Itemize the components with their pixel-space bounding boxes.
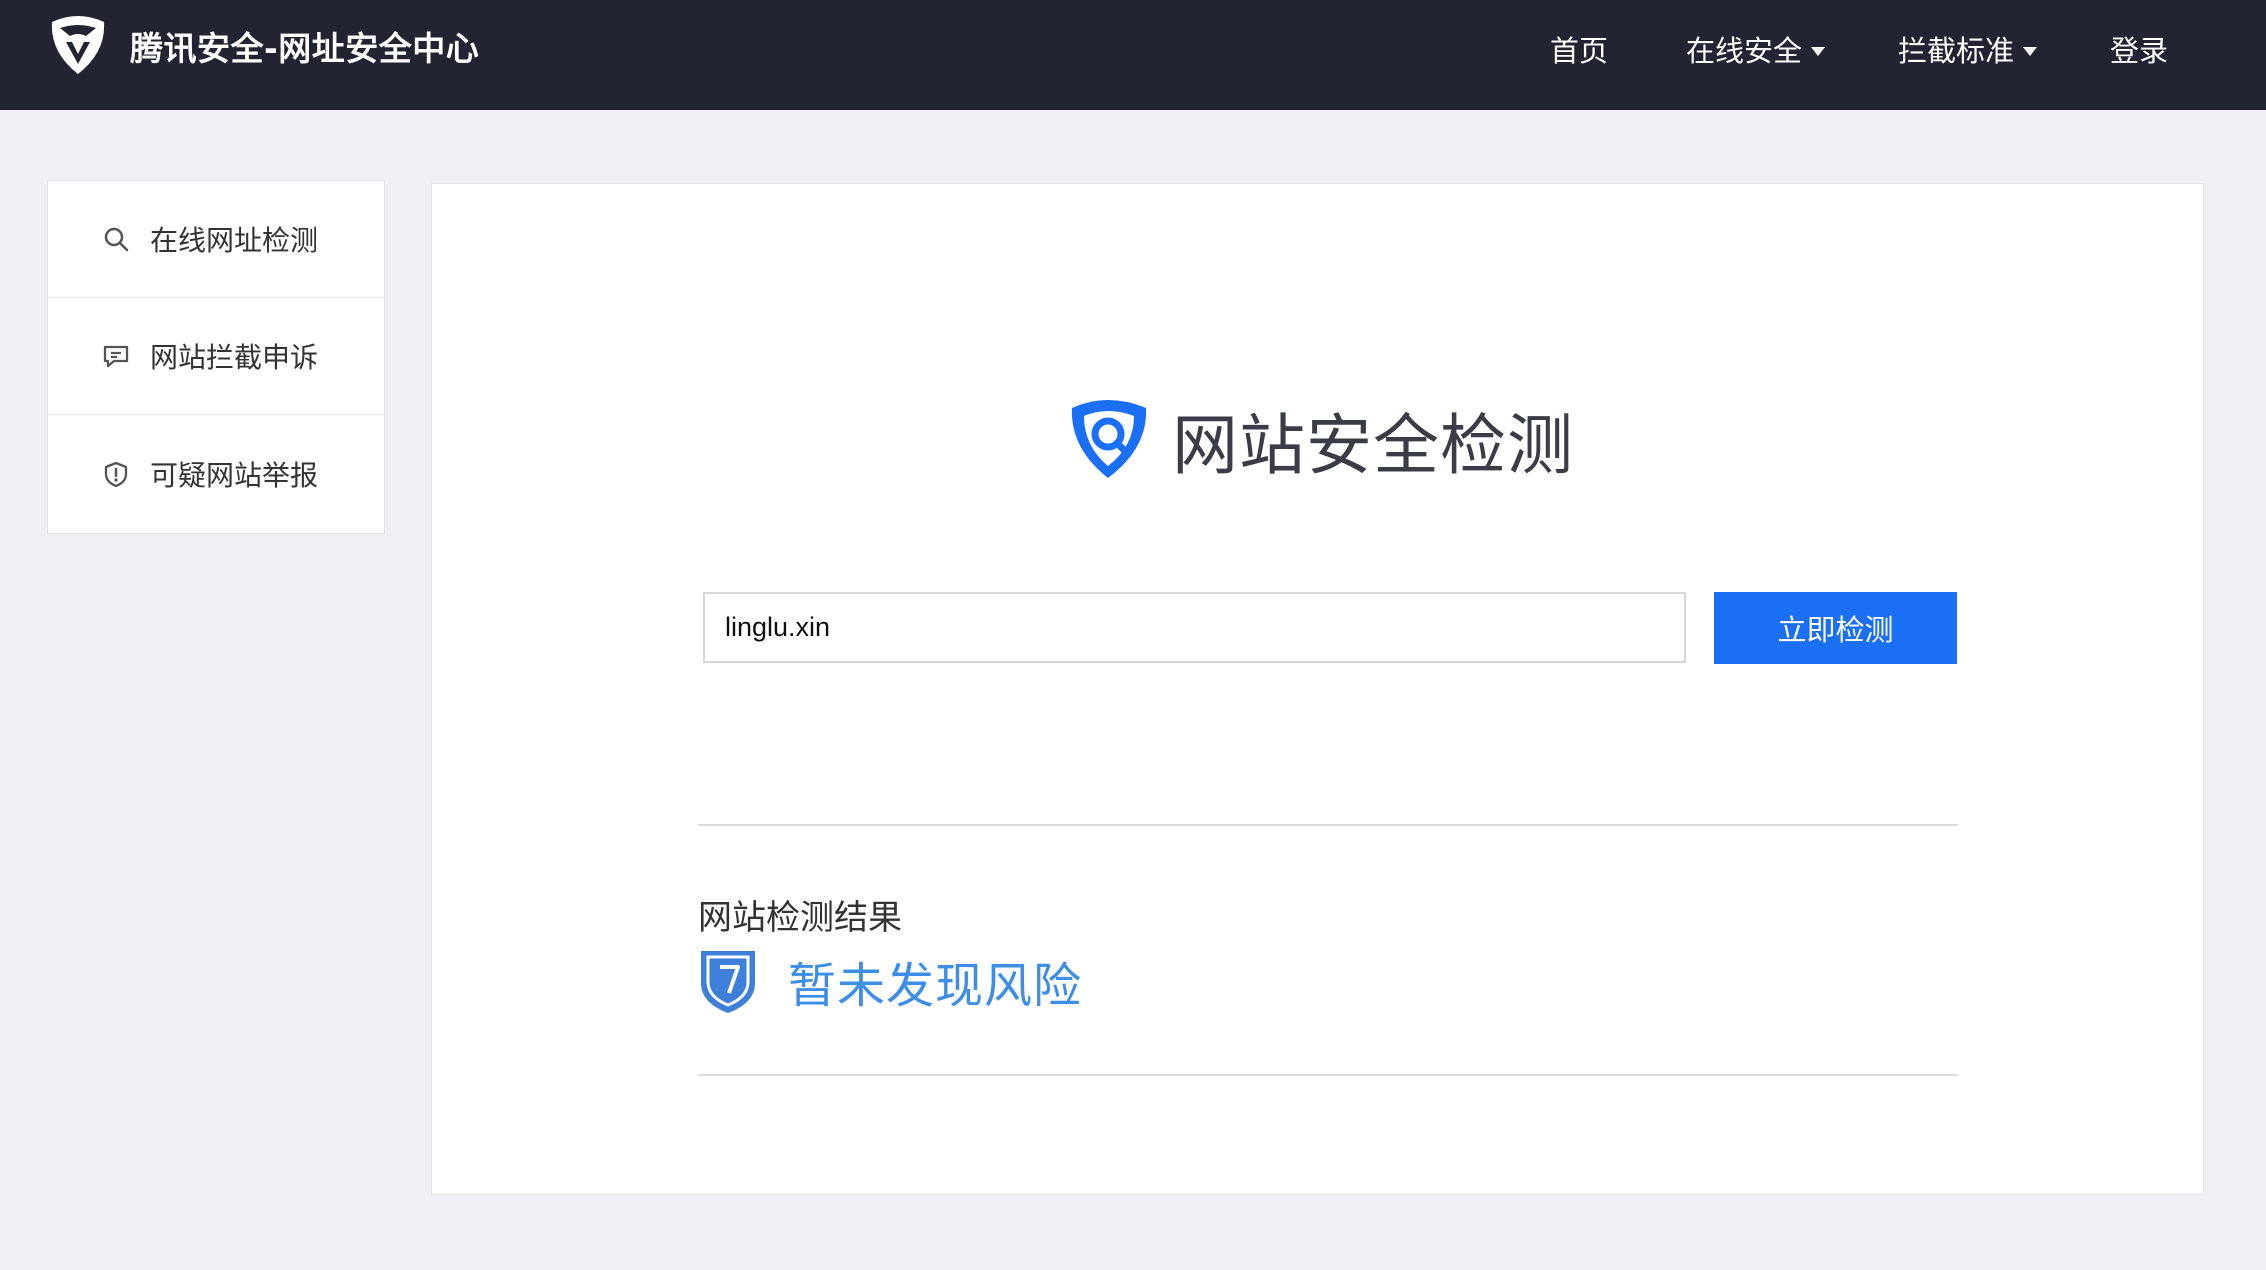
- sidebar-item-label: 网站拦截申诉: [150, 341, 319, 374]
- sidebar-item-block-appeal[interactable]: 网站拦截申诉: [48, 298, 384, 415]
- top-navbar: 腾讯安全-网址安全中心 首页 在线安全 拦截标准 登录: [0, 0, 2266, 110]
- caret-down-icon: [2023, 46, 2038, 56]
- shield-safe-icon: [701, 951, 755, 1013]
- sidebar-item-url-check[interactable]: 在线网址检测: [48, 181, 384, 298]
- shield-alert-icon: [102, 460, 130, 488]
- main-panel: 网站安全检测 立即检测 网站检测结果 暂未发现风险: [431, 183, 2204, 1195]
- search-icon: [102, 225, 130, 253]
- sidebar-item-report-suspicious[interactable]: 可疑网站举报: [48, 415, 384, 532]
- nav-home-label: 首页: [1550, 34, 1609, 68]
- shield-search-logo-icon: [1071, 400, 1147, 478]
- nav-login[interactable]: 登录: [2110, 28, 2168, 70]
- page-title: 网站安全检测: [1172, 407, 1574, 484]
- sidebar: 在线网址检测 网站拦截申诉 可疑网站举报: [47, 180, 385, 534]
- result-status-row: 暂未发现风险: [698, 946, 1082, 1016]
- divider: [698, 1074, 1958, 1076]
- nav-login-label: 登录: [2110, 34, 2169, 68]
- result-status: 暂未发现风险: [788, 958, 1083, 1014]
- sidebar-item-label: 在线网址检测: [150, 224, 319, 257]
- nav-home[interactable]: 首页: [1550, 28, 1608, 70]
- caret-down-icon: [1811, 46, 1826, 56]
- result-heading: 网站检测结果: [698, 898, 902, 938]
- tencent-security-logo-icon: [51, 16, 105, 74]
- url-input[interactable]: [703, 592, 1686, 663]
- nav-block-standards-label: 拦截标准: [1898, 34, 2015, 68]
- divider: [698, 824, 1958, 826]
- brand[interactable]: 腾讯安全-网址安全中心: [44, 12, 479, 80]
- hero: 网站安全检测: [1062, 392, 1574, 488]
- check-now-button[interactable]: 立即检测: [1714, 592, 1957, 664]
- nav-block-standards[interactable]: 拦截标准: [1898, 28, 2038, 70]
- nav-online-security[interactable]: 在线安全: [1686, 28, 1826, 70]
- brand-title: 腾讯安全-网址安全中心: [130, 29, 480, 68]
- sidebar-item-label: 可疑网站举报: [150, 458, 319, 492]
- comment-icon: [102, 342, 130, 370]
- nav-online-security-label: 在线安全: [1686, 34, 1803, 68]
